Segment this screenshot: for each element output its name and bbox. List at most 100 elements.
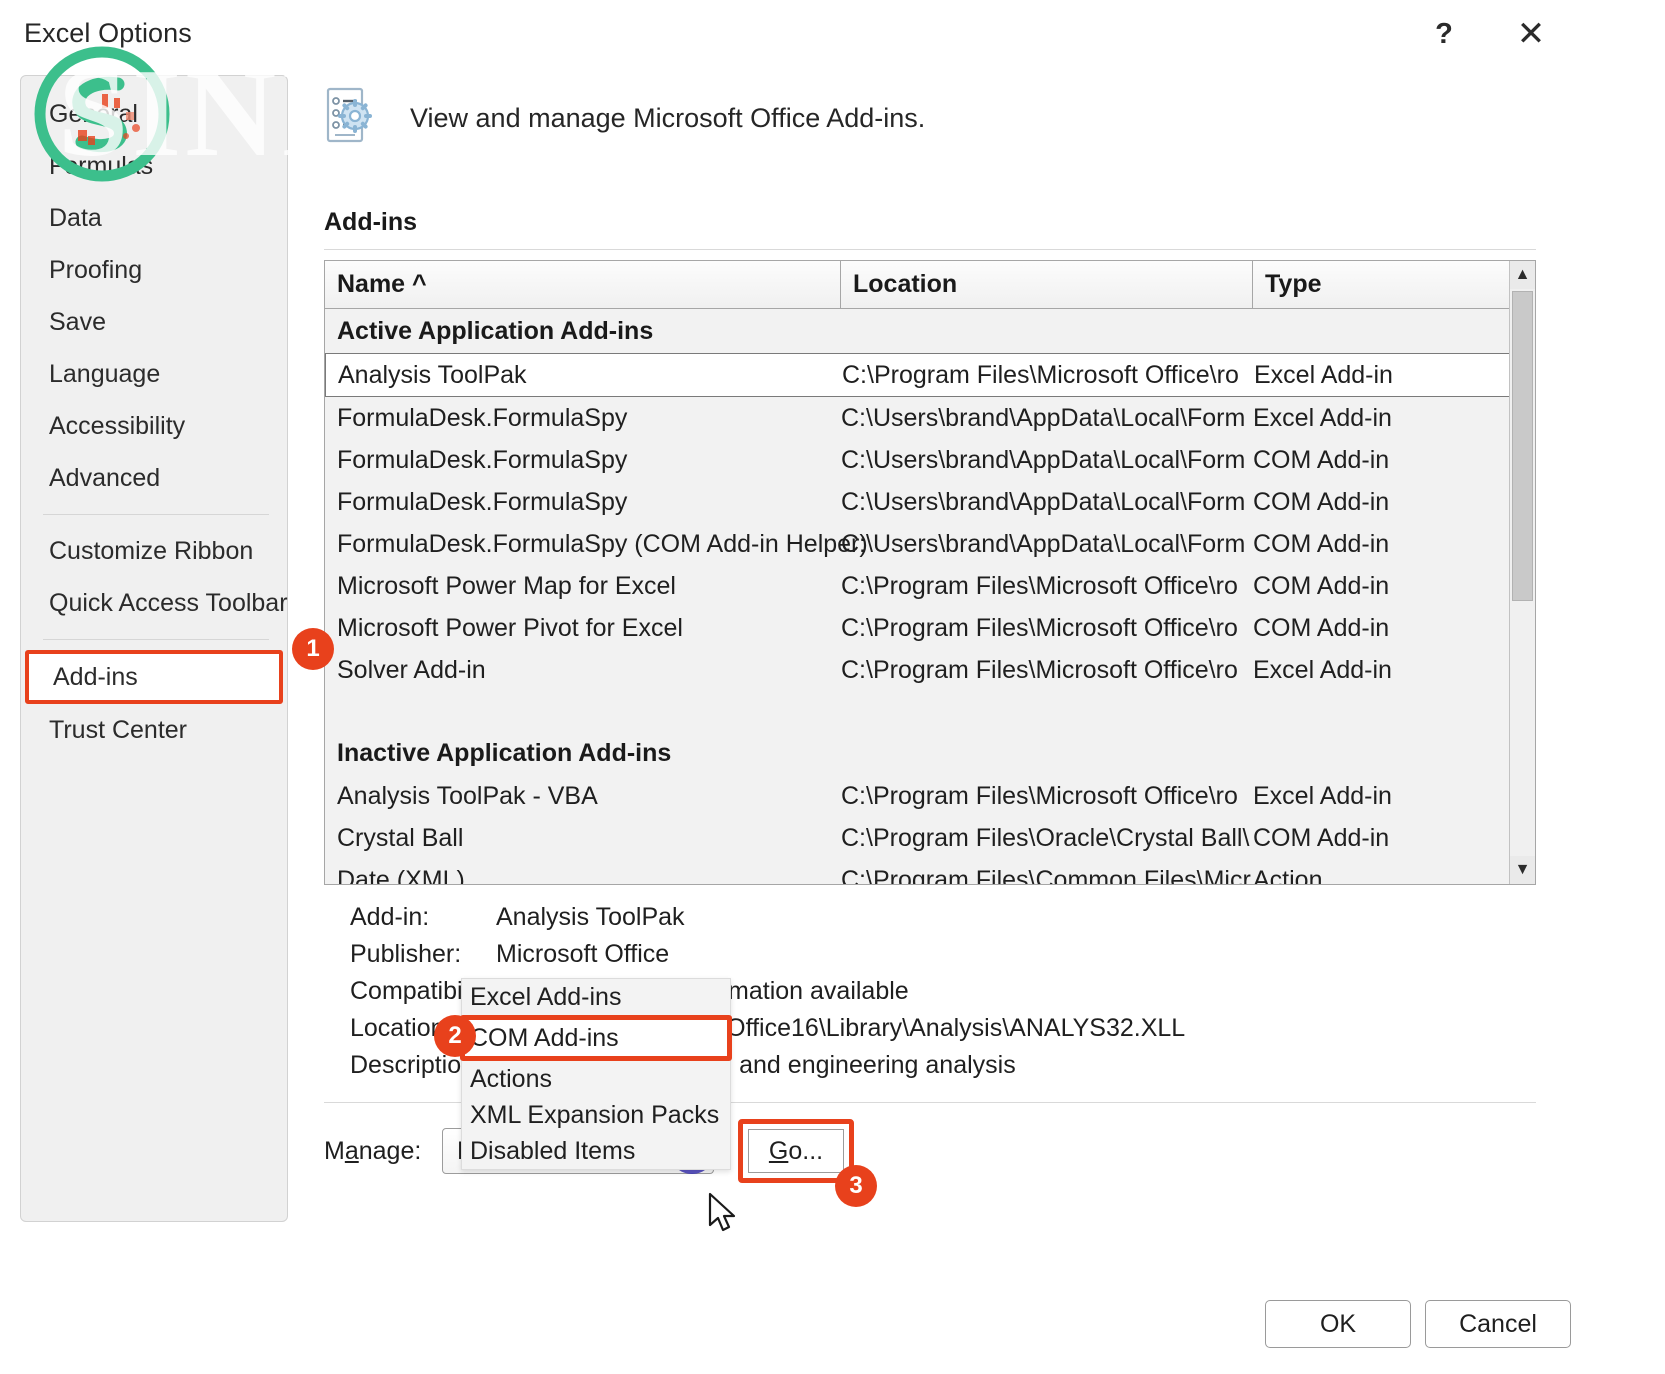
ok-button[interactable]: OK [1265, 1300, 1411, 1348]
table-row[interactable]: Microsoft Power Map for ExcelC:\Program … [325, 565, 1535, 607]
table-cell-type: COM Add-in [1253, 446, 1515, 475]
table-row[interactable]: Date (XML)C:\Program Files\Common Files\… [325, 859, 1535, 885]
dropdown-item-actions[interactable]: Actions [462, 1061, 730, 1097]
close-icon[interactable]: ✕ [1505, 10, 1557, 58]
table-cell-name: FormulaDesk.FormulaSpy [325, 446, 841, 475]
table-cell-name: Microsoft Power Map for Excel [325, 572, 841, 601]
sidebar-nav-list: General Formulas Data Proofing Save Language A… [21, 76, 287, 756]
sidebar-item-label: Advanced [49, 464, 160, 493]
sidebar-item-customize-ribbon[interactable]: Customize Ribbon [21, 525, 287, 577]
table-cell-type: Excel Add-in [1253, 404, 1515, 433]
sidebar-item-label: Proofing [49, 256, 142, 285]
detail-label: Add-in: [324, 903, 496, 932]
table-row[interactable]: Crystal BallC:\Program Files\Oracle\Crys… [325, 817, 1535, 859]
column-header-name[interactable]: Name ^ [325, 261, 841, 308]
step-badge-2: 2 [434, 1015, 476, 1057]
table-cell-name: FormulaDesk.FormulaSpy [325, 404, 841, 433]
addins-settings-icon [324, 86, 380, 151]
go-button[interactable]: Go... [748, 1129, 844, 1173]
pane-header-text: View and manage Microsoft Office Add-ins… [410, 103, 925, 134]
cancel-button[interactable]: Cancel [1425, 1300, 1571, 1348]
table-cell-location: C:\Program Files\Microsoft Office\ro [841, 614, 1253, 643]
table-cell-location: C:\Program Files\Microsoft Office\ro [841, 782, 1253, 811]
excel-options-dialog: Excel Options ? ✕ GeneralFormulasDataPro… [0, 0, 1665, 1374]
table-cell-name: Analysis ToolPak [326, 361, 842, 390]
dropdown-item-disabled-items[interactable]: Disabled Items [462, 1133, 730, 1169]
section-title: Add-ins [324, 208, 1644, 237]
sidebar-item-data[interactable]: Data [21, 192, 287, 244]
sidebar-item-add-ins[interactable]: Add-ins [25, 650, 283, 704]
sidebar: General Formulas Data Proofing Save Language A… [20, 75, 288, 1222]
table-cell-name: FormulaDesk.FormulaSpy (COM Add-in Helpe… [325, 530, 841, 559]
detail-row: Publisher:Microsoft Office [324, 936, 1644, 973]
detail-label: Publisher: [324, 940, 496, 969]
table-header-row: Name ^ Location Type [325, 261, 1535, 309]
scrollbar-thumb[interactable] [1512, 291, 1533, 601]
table-cell-location: C:\Program Files\Microsoft Office\ro [841, 656, 1253, 685]
table-cell-location: C:\Users\brand\AppData\Local\Form [841, 530, 1253, 559]
table-row[interactable]: FormulaDesk.FormulaSpy (COM Add-in Helpe… [325, 523, 1535, 565]
table-body: Active Application Add-insAnalysis ToolP… [325, 309, 1535, 885]
table-cell-type: COM Add-in [1253, 572, 1515, 601]
sidebar-item-language[interactable]: Language [21, 348, 287, 400]
table-cell-name: Date (XML) [325, 866, 841, 886]
dropdown-item-xml-expansion-packs[interactable]: XML Expansion Packs [462, 1097, 730, 1133]
table-cell-type: COM Add-in [1253, 530, 1515, 559]
dropdown-item-excel-add-ins[interactable]: Excel Add-ins [462, 979, 730, 1015]
sidebar-item-proofing[interactable]: Proofing [21, 244, 287, 296]
sidebar-item-save[interactable]: Save [21, 296, 287, 348]
table-cell-name: Crystal Ball [325, 824, 841, 853]
dropdown-item-com-add-ins[interactable]: COM Add-ins [460, 1015, 732, 1061]
step-badge-1: 1 [292, 628, 334, 670]
table-cell-type: COM Add-in [1253, 824, 1515, 853]
sidebar-item-label: Accessibility [49, 412, 185, 441]
manage-label: Manage: [324, 1137, 434, 1166]
table-cell-type: Excel Add-in [1254, 361, 1516, 390]
sidebar-item-label: Add-ins [53, 663, 138, 692]
dropdown-item-label: XML Expansion Packs [470, 1101, 719, 1130]
sidebar-item-general[interactable]: General [21, 88, 287, 140]
go-button-wrap: Go... [748, 1129, 844, 1173]
sidebar-item-trust-center[interactable]: Trust Center [21, 704, 287, 756]
table-cell-location: C:\Program Files\Common Files\Micr [841, 866, 1253, 886]
dropdown-item-label: COM Add-ins [470, 1024, 619, 1053]
sidebar-item-label: Trust Center [49, 716, 187, 745]
sidebar-item-quick-access-toolbar[interactable]: Quick Access Toolbar [21, 577, 287, 629]
column-header-location[interactable]: Location [841, 261, 1253, 308]
table-cell-type: Excel Add-in [1253, 782, 1515, 811]
dropdown-item-label: Actions [470, 1065, 552, 1094]
help-icon[interactable]: ? [1418, 10, 1470, 58]
table-scrollbar[interactable]: ▲ ▼ [1509, 261, 1535, 884]
table-row[interactable]: Microsoft Power Pivot for ExcelC:\Progra… [325, 607, 1535, 649]
table-cell-name: Analysis ToolPak - VBA [325, 782, 841, 811]
sidebar-item-accessibility[interactable]: Accessibility [21, 400, 287, 452]
sidebar-item-label: Customize Ribbon [49, 537, 253, 566]
step-badge-3: 3 [835, 1165, 877, 1207]
sidebar-item-advanced[interactable]: Advanced [21, 452, 287, 504]
table-cell-location: C:\Program Files\Microsoft Office\ro [842, 361, 1254, 390]
table-cell-type: Action [1253, 866, 1515, 886]
sidebar-divider [43, 639, 269, 640]
table-group-header: Inactive Application Add-ins [325, 731, 1535, 775]
table-cell-name: FormulaDesk.FormulaSpy [325, 488, 841, 517]
addins-table: Name ^ Location Type Active Application … [324, 260, 1536, 885]
scroll-up-icon[interactable]: ▲ [1510, 261, 1535, 289]
column-header-type[interactable]: Type [1253, 261, 1515, 308]
scroll-down-icon[interactable]: ▼ [1510, 856, 1535, 884]
detail-row: Add-in:Analysis ToolPak [324, 899, 1644, 936]
pane-header: View and manage Microsoft Office Add-ins… [324, 78, 1644, 158]
table-row[interactable]: FormulaDesk.FormulaSpyC:\Users\brand\App… [325, 397, 1535, 439]
table-row[interactable]: FormulaDesk.FormulaSpyC:\Users\brand\App… [325, 481, 1535, 523]
table-row[interactable]: Analysis ToolPakC:\Program Files\Microso… [325, 353, 1535, 397]
mouse-cursor-icon [708, 1192, 738, 1234]
table-row[interactable]: Solver Add-inC:\Program Files\Microsoft … [325, 649, 1535, 691]
sidebar-item-label: Formulas [49, 152, 153, 181]
sidebar-item-label: Quick Access Toolbar [49, 589, 288, 618]
table-cell-location: C:\Program Files\Oracle\Crystal Ball\ [841, 824, 1253, 853]
table-row[interactable]: FormulaDesk.FormulaSpyC:\Users\brand\App… [325, 439, 1535, 481]
sidebar-item-label: Data [49, 204, 102, 233]
sidebar-item-label: Language [49, 360, 160, 389]
table-cell-name: Solver Add-in [325, 656, 841, 685]
sidebar-item-formulas[interactable]: Formulas [21, 140, 287, 192]
table-row[interactable]: Analysis ToolPak - VBAC:\Program Files\M… [325, 775, 1535, 817]
